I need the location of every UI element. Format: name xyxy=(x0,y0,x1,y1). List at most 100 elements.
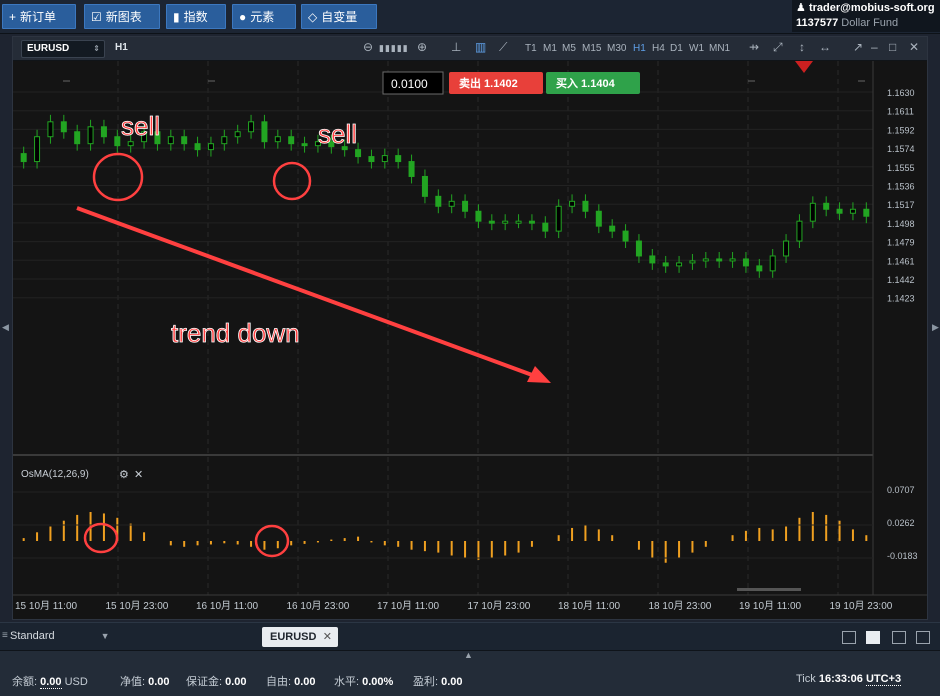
candle-body xyxy=(823,202,830,210)
candle-body xyxy=(448,200,455,207)
indicator-settings-icon[interactable]: ⚙ xyxy=(119,469,129,481)
candle-body xyxy=(662,262,669,267)
candle-body xyxy=(408,161,415,177)
candle-body xyxy=(167,136,174,145)
collapse-arrow-icon[interactable]: ▲ xyxy=(464,650,473,660)
candle-body xyxy=(248,121,255,133)
layout-single-icon[interactable] xyxy=(842,631,856,644)
list-icon: ≡ xyxy=(2,630,8,641)
workspace-select[interactable]: Standard ▼ xyxy=(10,630,110,642)
price-axis-label: 1.1517 xyxy=(887,200,915,210)
chart-toolbar: EURUSD ⇕ H1 ⊖ ▮▮▮▮▮ ⊕ ⊥ ▥ ⟋ T1 M1 M5 M15 M30… xyxy=(13,37,927,61)
line-chart-type-icon[interactable]: ⟋ xyxy=(499,40,507,55)
bar-chart-type-icon[interactable]: ⊥ xyxy=(451,40,461,54)
price-axis-label: 1.1574 xyxy=(887,144,915,154)
indicator-close-icon[interactable]: ✕ xyxy=(134,469,143,481)
new-order-button[interactable]: + 新订单 xyxy=(2,4,76,29)
price-axis-label: 1.1442 xyxy=(887,275,915,285)
symbol-select-value: EURUSD xyxy=(27,43,70,54)
timeframe-h1[interactable]: H1 xyxy=(633,43,646,54)
balance-label: 余额: xyxy=(12,676,38,688)
timeframe-label: H1 xyxy=(115,42,128,53)
chart-canvas[interactable]: 1.1630 1.1611 1.1592 1.1574 1.1555 1.1536 1.15… xyxy=(13,61,927,619)
elements-label: 元素 xyxy=(250,10,275,24)
sell-button-label[interactable]: 卖出 1.1402 xyxy=(459,76,518,90)
zoom-in-icon[interactable]: ⊕ xyxy=(417,40,427,54)
candle-body xyxy=(756,265,763,272)
chart-tab-eurusd[interactable]: EURUSD ✕ xyxy=(262,627,338,647)
level-label: 水平: xyxy=(334,676,360,688)
profit-label: 盈利: xyxy=(413,676,439,688)
price-axis-label: 1.1630 xyxy=(887,88,915,98)
candle-body xyxy=(475,210,482,222)
account-info[interactable]: ♟ trader@mobius-soft.org 1137577 Dollar … xyxy=(792,0,940,32)
highlight-circle xyxy=(254,524,290,558)
candle-body xyxy=(515,220,522,224)
tick-label: Tick xyxy=(796,673,816,685)
candle-body xyxy=(395,155,402,163)
candle-body xyxy=(729,258,736,262)
timeframe-m5[interactable]: M5 xyxy=(562,43,576,54)
candle-body xyxy=(435,195,442,207)
trend-arrow-line xyxy=(76,206,544,381)
layout-rows-icon[interactable] xyxy=(916,631,930,644)
buy-button-label[interactable]: 买入 1.1404 xyxy=(556,77,616,90)
lot-size-value[interactable]: 0.0100 xyxy=(391,77,428,91)
timeframe-mn1[interactable]: MN1 xyxy=(709,43,730,54)
variables-button[interactable]: ◇ 自变量 xyxy=(301,4,377,29)
workspace-bar: ≡ Standard ▼ EURUSD ✕ xyxy=(0,622,940,650)
timeframe-h4[interactable]: H4 xyxy=(652,43,665,54)
symbol-select[interactable]: EURUSD ⇕ xyxy=(21,40,105,58)
account-user: trader@mobius-soft.org xyxy=(808,2,935,14)
new-chart-button[interactable]: ☑ 新图表 xyxy=(84,4,160,29)
candle-body xyxy=(20,153,27,163)
horizontal-line-icon[interactable]: ↔ xyxy=(819,40,831,54)
elements-button[interactable]: ● 元素 xyxy=(232,4,296,29)
detach-icon[interactable]: ↗ xyxy=(853,40,863,54)
highlight-circle xyxy=(272,161,312,201)
indicators-button[interactable]: ▮ 指数 xyxy=(166,4,226,29)
sell-annotation: sell xyxy=(121,111,160,141)
timeframe-m1[interactable]: M1 xyxy=(543,43,557,54)
indicator-axis-label: 0.0707 xyxy=(887,485,915,495)
crosshair-icon[interactable]: ⤢ xyxy=(773,40,783,55)
candle-body xyxy=(609,225,616,232)
candle-body xyxy=(261,121,268,143)
candle-body xyxy=(207,143,214,151)
candle-chart-type-icon[interactable]: ▥ xyxy=(475,40,486,54)
shapes-icon: ● xyxy=(239,9,247,24)
vertical-line-icon[interactable]: ↕ xyxy=(799,40,805,54)
time-axis-label: 18 10月 11:00 xyxy=(558,600,621,612)
variables-label: 自变量 xyxy=(321,10,358,24)
right-panel-arrow-icon[interactable]: ▶ xyxy=(932,322,939,333)
time-axis-label: 17 10月 23:00 xyxy=(468,600,531,612)
user-icon: ♟ xyxy=(796,2,806,14)
close-tab-icon[interactable]: ✕ xyxy=(323,627,332,647)
minimize-icon[interactable]: – xyxy=(871,40,878,54)
timezone-select[interactable]: UTC+3 xyxy=(865,673,902,686)
zoom-out-icon[interactable]: ⊖ xyxy=(363,40,373,54)
layout-grid-icon[interactable] xyxy=(866,631,880,644)
candle-body xyxy=(127,141,134,147)
layout-columns-icon[interactable] xyxy=(892,631,906,644)
price-axis-label: 1.1461 xyxy=(887,256,915,266)
candle-body xyxy=(421,175,428,197)
left-panel-arrow-icon[interactable]: ◀ xyxy=(2,322,9,333)
candle-body xyxy=(769,255,776,272)
timeframe-t1[interactable]: T1 xyxy=(525,43,537,54)
candle-body xyxy=(301,143,308,147)
timeframe-m30[interactable]: M30 xyxy=(607,43,626,54)
timeframe-w1[interactable]: W1 xyxy=(689,43,704,54)
candle-body xyxy=(809,202,816,222)
current-time-marker-icon xyxy=(795,61,813,73)
timeframe-d1[interactable]: D1 xyxy=(670,43,683,54)
timeframe-m15[interactable]: M15 xyxy=(582,43,601,54)
candle-body xyxy=(74,131,81,145)
maximize-icon[interactable]: □ xyxy=(889,40,896,54)
chart-settings-icon[interactable]: ⇸ xyxy=(749,40,759,54)
candle-body xyxy=(355,149,362,158)
horizontal-scrollbar[interactable] xyxy=(737,588,801,591)
chart-window: EURUSD ⇕ H1 ⊖ ▮▮▮▮▮ ⊕ ⊥ ▥ ⟋ T1 M1 M5 M15 M30… xyxy=(12,36,928,620)
close-chart-icon[interactable]: ✕ xyxy=(909,40,919,54)
balance-value[interactable]: 0.00 xyxy=(40,676,62,689)
